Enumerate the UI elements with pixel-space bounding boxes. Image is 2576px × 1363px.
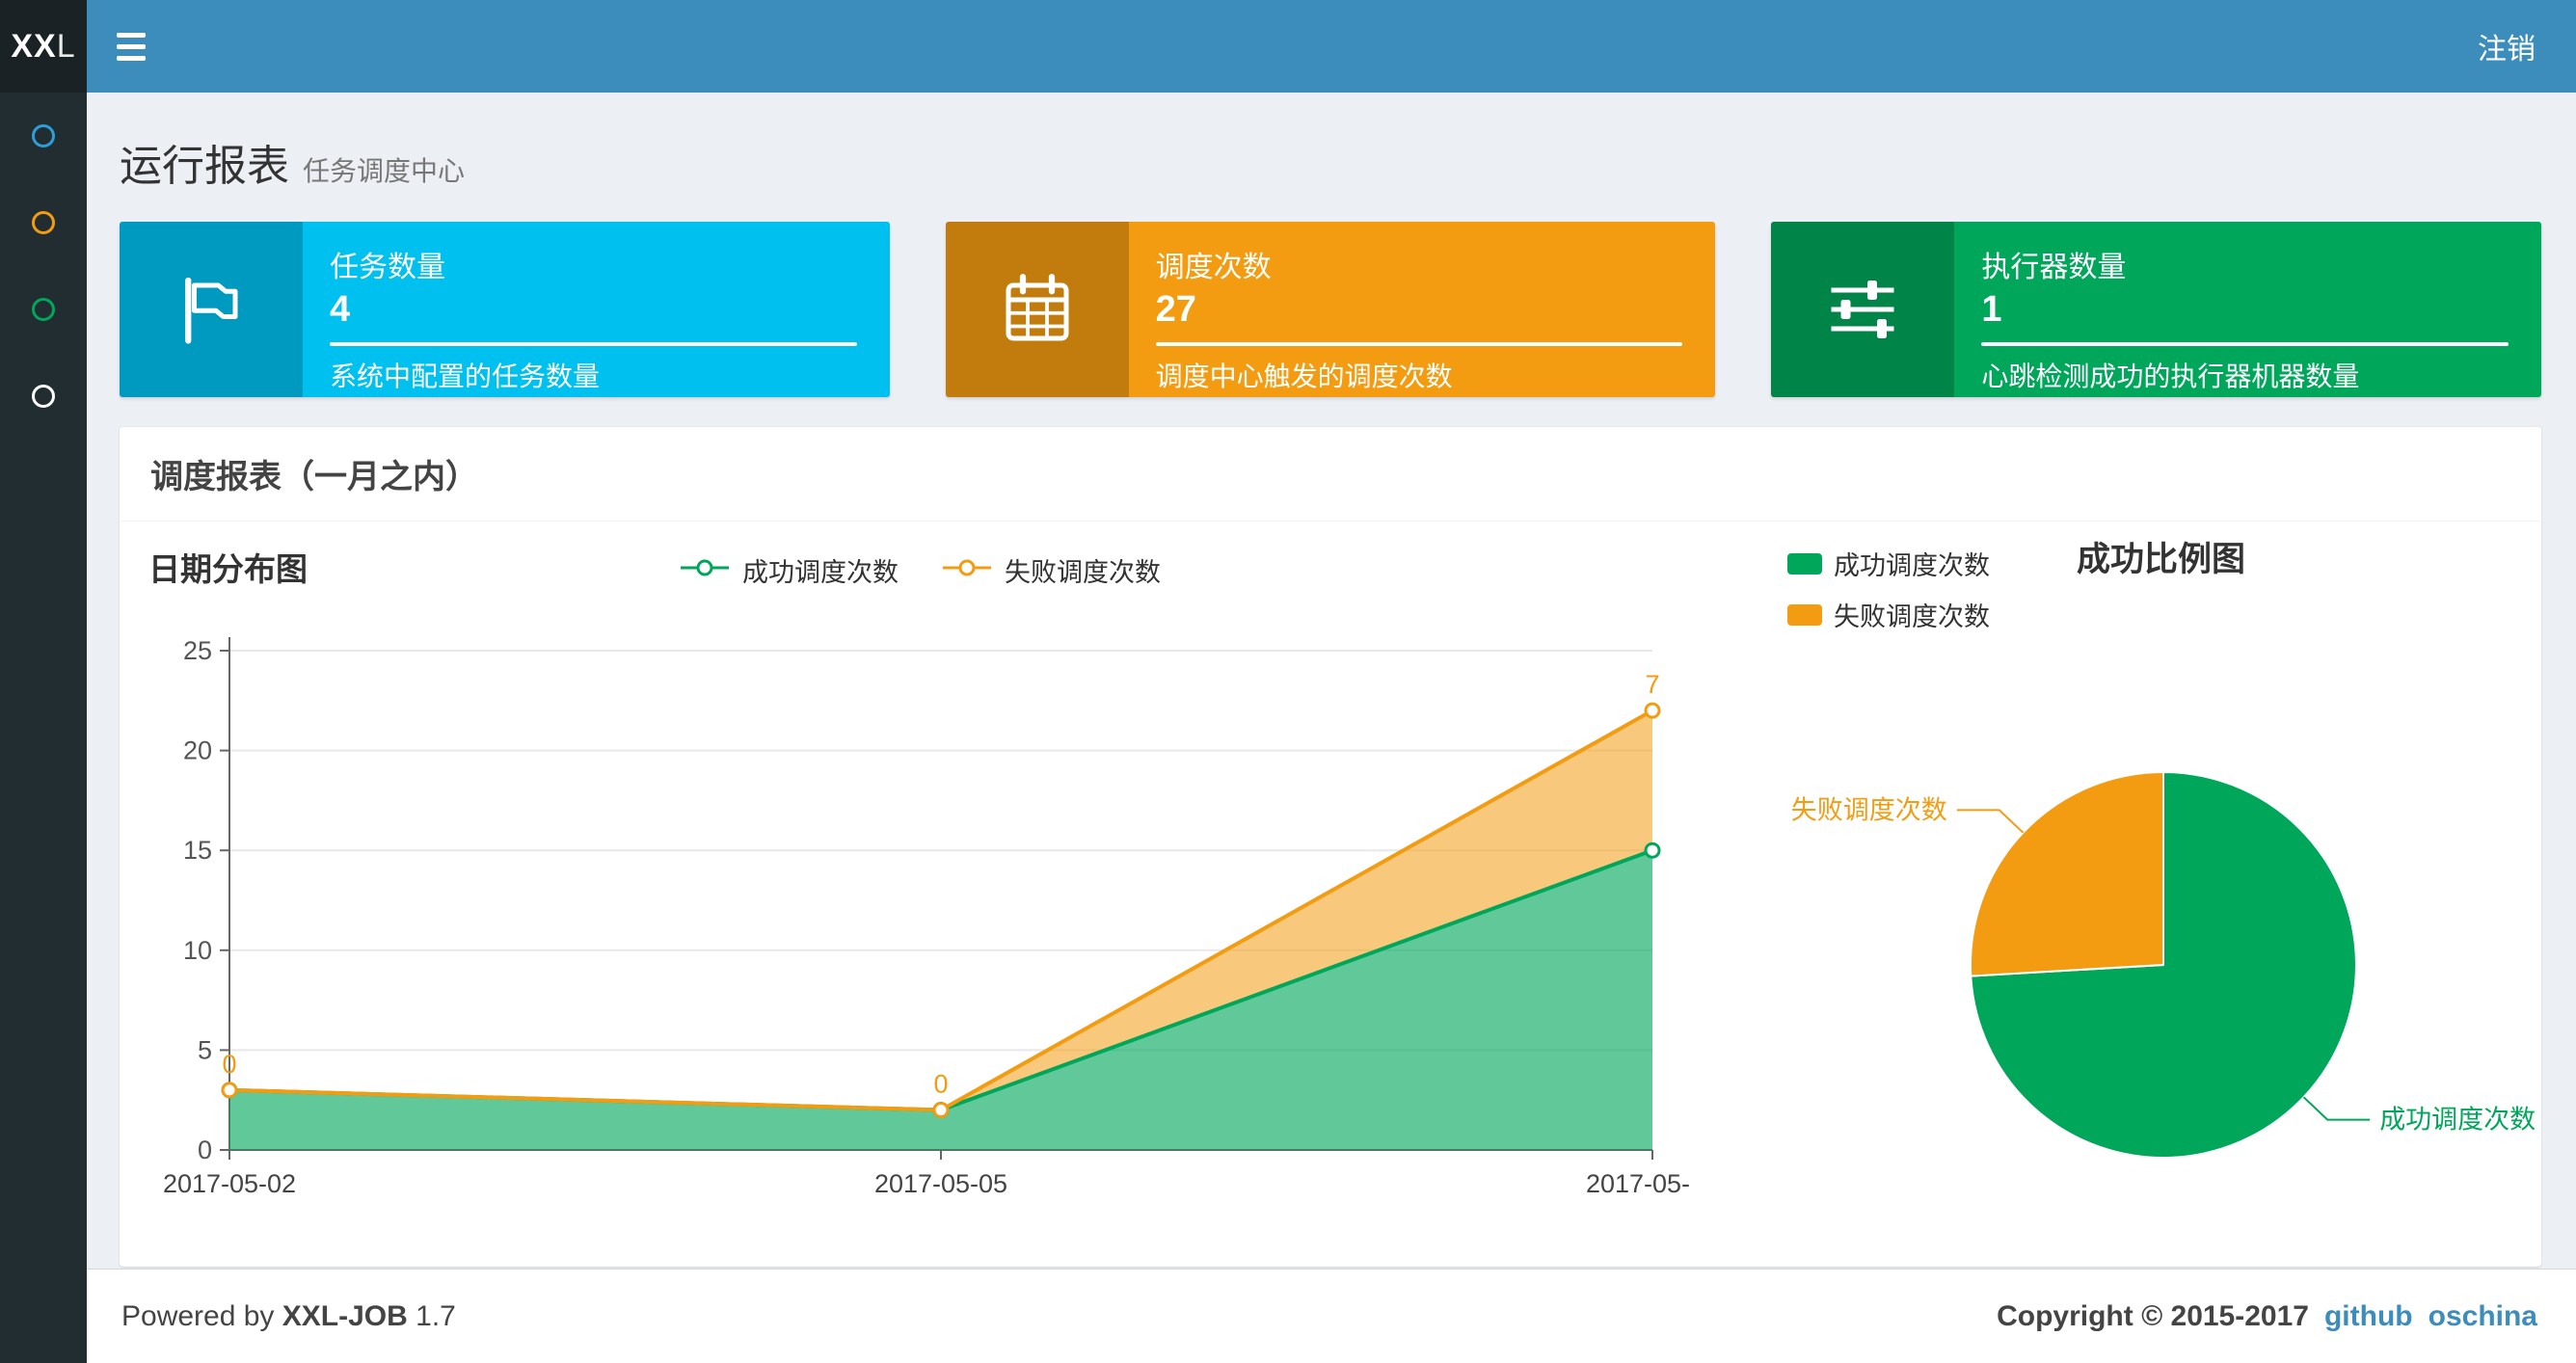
powered-by-text: Powered by XXL-JOB 1.7 xyxy=(121,1299,456,1332)
sidebar-menu-item-3[interactable] xyxy=(0,266,87,353)
sidebar-menu-item-4[interactable] xyxy=(0,353,87,440)
success-ratio-chart: 成功调度次数 失败调度次数 成功比例图 成功调度次数 失败调度次数 xyxy=(1710,541,2559,1240)
info-box-description: 系统中配置的任务数量 xyxy=(330,361,601,391)
svg-text:成功调度次数: 成功调度次数 xyxy=(2379,1106,2536,1135)
info-box-title: 执行器数量 xyxy=(1981,252,2127,283)
sidebar-menu xyxy=(0,93,87,1363)
chart-title-pie: 成功比例图 xyxy=(2077,541,2246,578)
logo-text-bold: XX xyxy=(11,27,57,65)
pie-chart-legend: 成功调度次数 失败调度次数 xyxy=(1787,541,1990,633)
page-title-text: 运行报表 xyxy=(120,143,289,190)
content-area: 运行报表 任务调度中心 任务数量 4 系统中配置的任务数量 调度次数 27 调度… xyxy=(87,93,2576,1269)
logo-text-light: L xyxy=(56,27,76,65)
legend-label: 失败调度次数 xyxy=(1005,557,1161,587)
svg-text:20: 20 xyxy=(183,736,212,765)
sliders-icon xyxy=(1771,222,1955,397)
logout-link[interactable]: 注销 xyxy=(2437,0,2576,93)
svg-text:15: 15 xyxy=(183,836,212,865)
copyright-text: Copyright © 2015-2017 xyxy=(1997,1299,2309,1332)
pie-legend-item-fail[interactable]: 失败调度次数 xyxy=(1787,596,1990,633)
info-box-description: 心跳检测成功的执行器机器数量 xyxy=(1981,361,2360,391)
svg-text:10: 10 xyxy=(183,936,212,965)
progress-bar xyxy=(1981,342,2509,346)
panel-body: 日期分布图 成功调度次数 失败调度次数 0 5 10 15 20 25 2017-05-02… xyxy=(120,521,2541,1267)
calendar-icon xyxy=(945,222,1129,397)
progress-bar xyxy=(330,342,857,346)
svg-text:25: 25 xyxy=(183,636,212,665)
product-name: XXL-JOB xyxy=(282,1299,408,1332)
svg-text:2017-05-08: 2017-05-08 xyxy=(1586,1169,1691,1198)
info-box-value: 27 xyxy=(1155,289,1196,330)
circle-icon xyxy=(32,385,55,408)
progress-bar xyxy=(1155,342,1683,346)
info-box-task-count: 任务数量 4 系统中配置的任务数量 xyxy=(120,222,890,397)
legend-label: 失败调度次数 xyxy=(1834,602,1990,631)
info-box-value: 4 xyxy=(330,289,351,330)
top-navbar: XX L 注销 xyxy=(0,0,2576,93)
svg-text:5: 5 xyxy=(198,1035,212,1064)
product-version: 1.7 xyxy=(416,1299,456,1332)
page-subtitle: 任务调度中心 xyxy=(303,156,466,186)
footer: Powered by XXL-JOB 1.7 Copyright © 2015-… xyxy=(87,1269,2576,1363)
info-boxes-row: 任务数量 4 系统中配置的任务数量 调度次数 27 调度中心触发的调度次数 执行… xyxy=(120,222,2542,397)
svg-text:0: 0 xyxy=(222,1050,236,1079)
hamburger-icon xyxy=(117,32,146,61)
github-link[interactable]: github xyxy=(2324,1300,2413,1333)
svg-text:2017-05-05: 2017-05-05 xyxy=(874,1169,1007,1198)
info-box-executor-count: 执行器数量 1 心跳检测成功的执行器机器数量 xyxy=(1771,222,2542,397)
svg-text:失败调度次数: 失败调度次数 xyxy=(1791,795,1947,824)
pie-legend-square-icon xyxy=(1787,603,1822,626)
svg-text:0: 0 xyxy=(933,1070,948,1099)
date-distribution-chart: 日期分布图 成功调度次数 失败调度次数 0 5 10 15 20 25 2017-05-02… xyxy=(148,541,1719,1240)
oschina-link[interactable]: oschina xyxy=(2428,1300,2537,1333)
pie-chart-svg: 成功调度次数 失败调度次数 xyxy=(1791,770,2536,1159)
line-series-marker-icon xyxy=(679,555,731,585)
circle-icon xyxy=(32,298,55,321)
info-box-trigger-count: 调度次数 27 调度中心触发的调度次数 xyxy=(945,222,1716,397)
sidebar-menu-item-1[interactable] xyxy=(0,93,87,179)
info-box-value: 1 xyxy=(1981,289,2002,330)
panel-title: 调度报表（一月之内） xyxy=(120,427,2541,521)
app-logo[interactable]: XX L xyxy=(0,0,87,93)
page-title: 运行报表 任务调度中心 xyxy=(120,131,2541,193)
svg-text:0: 0 xyxy=(198,1136,212,1164)
info-box-title: 调度次数 xyxy=(1155,252,1272,283)
svg-text:7: 7 xyxy=(1645,670,1659,699)
svg-text:2017-05-02: 2017-05-02 xyxy=(163,1169,296,1198)
pie-legend-item-success[interactable]: 成功调度次数 xyxy=(1787,545,1990,582)
area-chart-svg: 05101520252017-05-022017-05-052017-05-08… xyxy=(163,636,1719,1198)
flag-icon xyxy=(120,222,303,397)
line-legend-item-fail[interactable]: 失败调度次数 xyxy=(941,551,1161,589)
circle-icon xyxy=(32,211,55,234)
legend-label: 成功调度次数 xyxy=(742,557,899,587)
sidebar-menu-item-2[interactable] xyxy=(0,179,87,266)
report-panel: 调度报表（一月之内） 日期分布图 成功调度次数 失败调度次数 0 5 10 15… xyxy=(120,426,2541,1267)
circle-icon xyxy=(32,124,55,147)
line-series-marker-icon xyxy=(941,555,993,585)
line-chart-legend: 成功调度次数 失败调度次数 xyxy=(679,541,1161,599)
line-legend-item-success[interactable]: 成功调度次数 xyxy=(679,551,899,589)
info-box-description: 调度中心触发的调度次数 xyxy=(1155,361,1453,391)
info-box-title: 任务数量 xyxy=(330,252,445,283)
sidebar-toggle-button[interactable] xyxy=(87,0,175,93)
pie-legend-square-icon xyxy=(1787,552,1822,575)
legend-label: 成功调度次数 xyxy=(1834,551,1990,580)
